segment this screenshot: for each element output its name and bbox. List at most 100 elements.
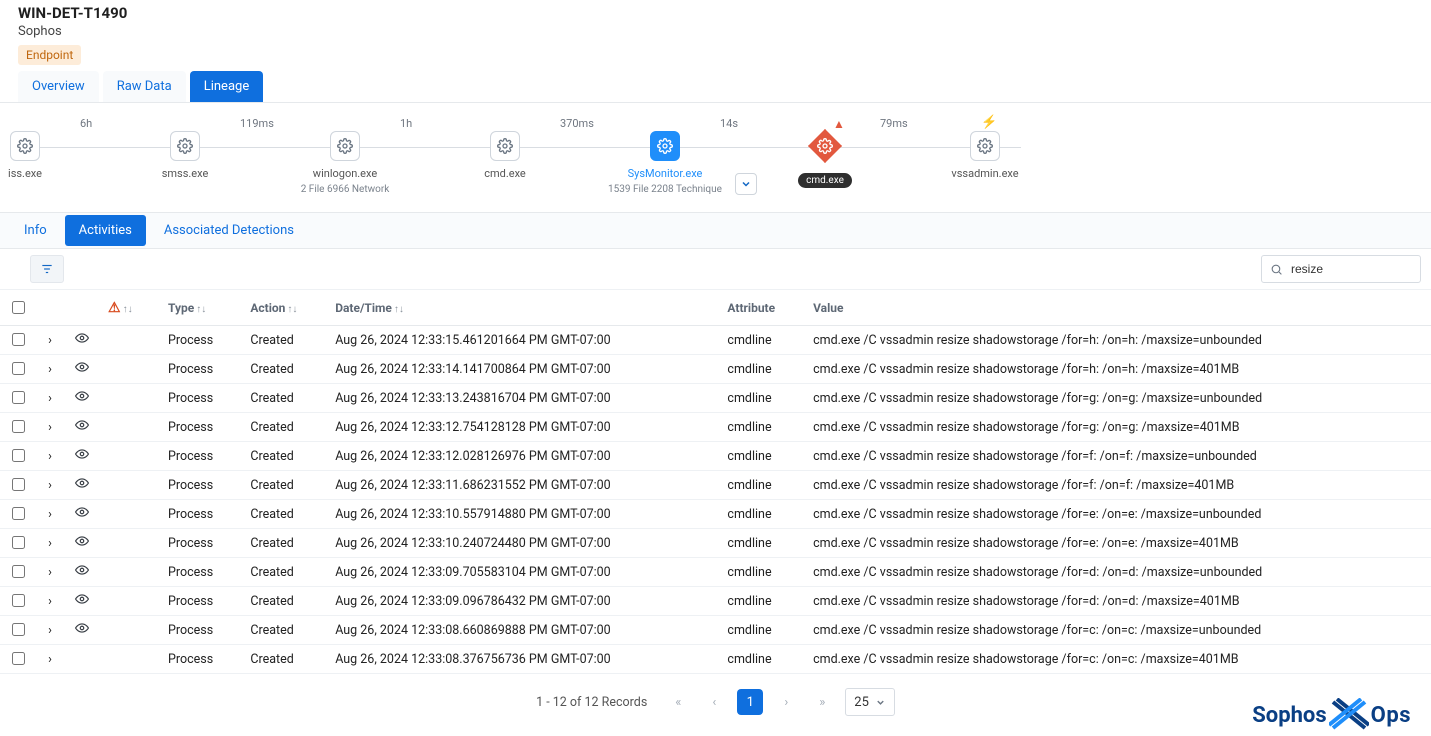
table-row[interactable]: ›ProcessCreatedAug 26, 2024 12:33:11.686…: [0, 471, 1431, 500]
cell-action: Created: [242, 500, 327, 529]
row-expand[interactable]: ›: [36, 587, 64, 616]
cell-value: cmd.exe /C vssadmin resize shadowstorage…: [805, 442, 1431, 471]
eye-icon[interactable]: [73, 360, 91, 374]
cell-date: Aug 26, 2024 12:33:15.461201664 PM GMT-0…: [327, 326, 719, 355]
cell-date: Aug 26, 2024 12:33:09.705583104 PM GMT-0…: [327, 558, 719, 587]
page-size-value: 25: [854, 695, 869, 710]
table-row[interactable]: ›ProcessCreatedAug 26, 2024 12:33:09.096…: [0, 587, 1431, 616]
table-row[interactable]: ›ProcessCreatedAug 26, 2024 12:33:09.705…: [0, 558, 1431, 587]
row-checkbox[interactable]: [12, 333, 25, 346]
cell-attr: cmdline: [719, 529, 805, 558]
cell-action: Created: [242, 326, 327, 355]
brand-text-ops: Ops: [1371, 703, 1411, 728]
table-row[interactable]: ›ProcessCreatedAug 26, 2024 12:33:13.243…: [0, 384, 1431, 413]
row-checkbox[interactable]: [12, 449, 25, 462]
tab-activities[interactable]: Activities: [65, 215, 146, 246]
row-expand[interactable]: ›: [36, 413, 64, 442]
gear-icon: [490, 131, 520, 161]
cell-attr: cmdline: [719, 471, 805, 500]
row-checkbox[interactable]: [12, 391, 25, 404]
cell-attr: cmdline: [719, 645, 805, 674]
row-expand[interactable]: ›: [36, 471, 64, 500]
row-expand[interactable]: ›: [36, 355, 64, 384]
eye-icon[interactable]: [73, 563, 91, 577]
row-checkbox[interactable]: [12, 594, 25, 607]
table-row[interactable]: ›ProcessCreatedAug 26, 2024 12:33:08.376…: [0, 645, 1431, 674]
tab-raw-data[interactable]: Raw Data: [103, 71, 186, 102]
table-row[interactable]: ›ProcessCreatedAug 26, 2024 12:33:10.240…: [0, 529, 1431, 558]
pager-first[interactable]: «: [665, 689, 691, 715]
col-date[interactable]: Date/Time↑↓: [327, 290, 719, 326]
row-checkbox[interactable]: [12, 565, 25, 578]
pager-last[interactable]: »: [809, 689, 835, 715]
lineage-stats: 1539 File 2208 Technique: [585, 184, 745, 195]
search-box[interactable]: [1261, 255, 1421, 283]
table-row[interactable]: ›ProcessCreatedAug 26, 2024 12:33:08.660…: [0, 616, 1431, 645]
row-checkbox[interactable]: [12, 478, 25, 491]
page-size-select[interactable]: 25: [845, 688, 895, 716]
eye-icon[interactable]: [73, 621, 91, 635]
eye-icon[interactable]: [73, 418, 91, 432]
eye-icon[interactable]: [73, 476, 91, 490]
table-row[interactable]: ›ProcessCreatedAug 26, 2024 12:33:14.141…: [0, 355, 1431, 384]
row-checkbox[interactable]: [12, 362, 25, 375]
eye-icon[interactable]: [73, 447, 91, 461]
pager-prev[interactable]: ‹: [701, 689, 727, 715]
page-title: WIN-DET-T1490: [18, 4, 1413, 22]
row-checkbox[interactable]: [12, 623, 25, 636]
eye-icon[interactable]: [73, 534, 91, 548]
table-row[interactable]: ›ProcessCreatedAug 26, 2024 12:33:15.461…: [0, 326, 1431, 355]
select-all-checkbox[interactable]: [12, 301, 25, 314]
row-expand[interactable]: ›: [36, 500, 64, 529]
chevron-down-icon: [875, 697, 886, 708]
table-row[interactable]: ›ProcessCreatedAug 26, 2024 12:33:12.754…: [0, 413, 1431, 442]
eye-icon[interactable]: [73, 592, 91, 606]
cell-value: cmd.exe /C vssadmin resize shadowstorage…: [805, 413, 1431, 442]
lineage-label: winlogon.exe: [265, 167, 425, 180]
search-input[interactable]: [1289, 261, 1399, 277]
row-expand[interactable]: ›: [36, 442, 64, 471]
eye-icon[interactable]: [73, 505, 91, 519]
pager-summary: 1 - 12 of 12 Records: [536, 695, 647, 710]
lineage-expand-button[interactable]: [735, 173, 757, 195]
eye-icon[interactable]: [73, 331, 91, 345]
pager-next[interactable]: ›: [773, 689, 799, 715]
cell-type: Process: [160, 384, 242, 413]
cell-action: Created: [242, 558, 327, 587]
page-subtitle: Sophos: [18, 24, 1413, 39]
tab-info[interactable]: Info: [10, 215, 61, 246]
col-type[interactable]: Type↑↓: [160, 290, 242, 326]
cell-type: Process: [160, 529, 242, 558]
tab-detections[interactable]: Associated Detections: [150, 215, 308, 246]
tab-lineage[interactable]: Lineage: [190, 71, 264, 102]
col-action[interactable]: Action↑↓: [242, 290, 327, 326]
row-checkbox[interactable]: [12, 420, 25, 433]
cell-type: Process: [160, 645, 242, 674]
row-expand[interactable]: ›: [36, 616, 64, 645]
row-expand[interactable]: ›: [36, 384, 64, 413]
gear-icon: [10, 131, 40, 161]
row-expand[interactable]: ›: [36, 326, 64, 355]
cell-type: Process: [160, 500, 242, 529]
cell-action: Created: [242, 471, 327, 500]
pager-page-1[interactable]: 1: [737, 689, 763, 715]
row-expand[interactable]: ›: [36, 529, 64, 558]
row-expand[interactable]: ›: [36, 645, 64, 674]
filter-button[interactable]: [30, 255, 64, 283]
eye-icon[interactable]: [73, 389, 91, 403]
table-row[interactable]: ›ProcessCreatedAug 26, 2024 12:33:12.028…: [0, 442, 1431, 471]
row-expand[interactable]: ›: [36, 558, 64, 587]
row-checkbox[interactable]: [12, 507, 25, 520]
lineage-label: vssadmin.exe: [905, 167, 1065, 180]
col-attr[interactable]: Attribute: [719, 290, 805, 326]
cell-type: Process: [160, 413, 242, 442]
table-row[interactable]: ›ProcessCreatedAug 26, 2024 12:33:10.557…: [0, 500, 1431, 529]
row-checkbox[interactable]: [12, 652, 25, 665]
tab-overview[interactable]: Overview: [18, 71, 99, 102]
row-checkbox[interactable]: [12, 536, 25, 549]
lineage-pill: cmd.exe: [798, 173, 852, 188]
cell-value: cmd.exe /C vssadmin resize shadowstorage…: [805, 558, 1431, 587]
col-value[interactable]: Value: [805, 290, 1431, 326]
lineage-node-vssadmin-exe[interactable]: ⚡vssadmin.exe: [905, 113, 1065, 180]
cell-value: cmd.exe /C vssadmin resize shadowstorage…: [805, 645, 1431, 674]
